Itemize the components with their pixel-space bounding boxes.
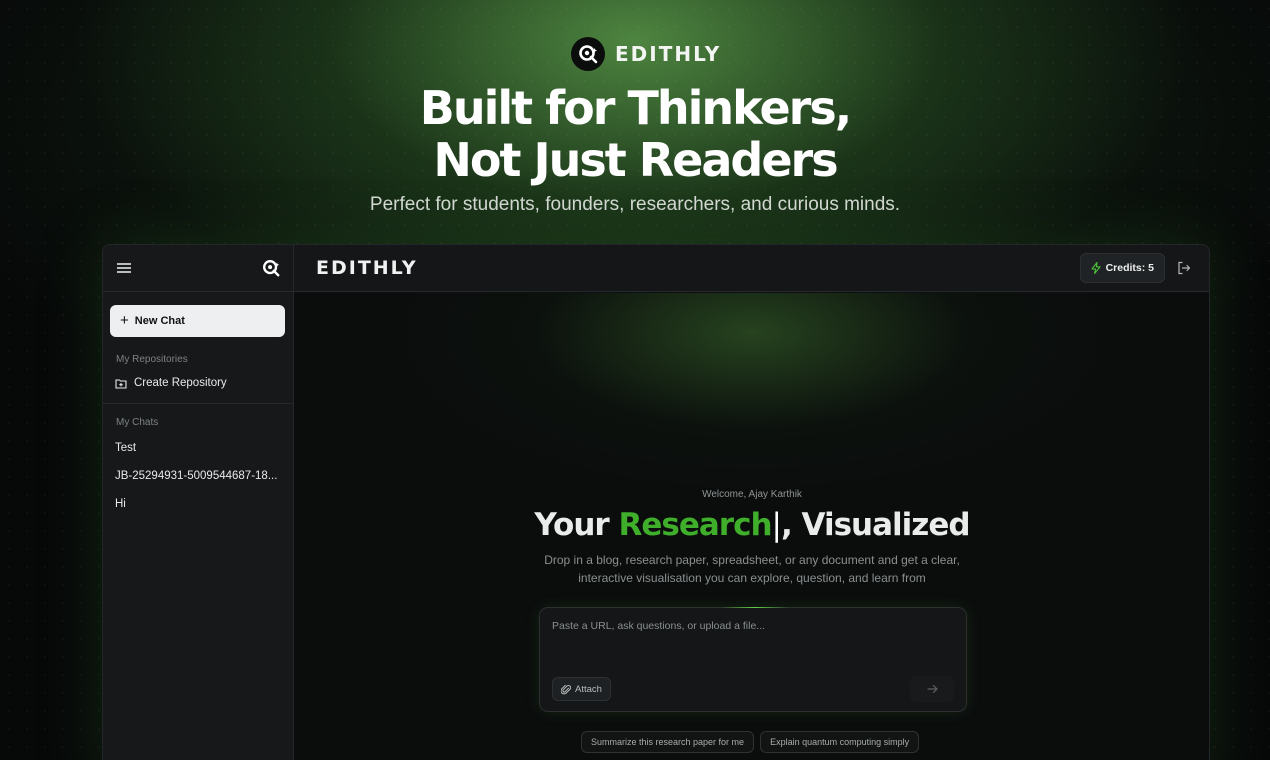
- prompt-glow: [720, 607, 790, 608]
- credits-badge[interactable]: Credits: 5: [1079, 253, 1165, 283]
- main-title-suffix: , Visualized: [780, 507, 971, 543]
- folder-plus-icon: [115, 378, 127, 389]
- main-canvas: Welcome, Ajay Karthik Your Research|, Vi…: [294, 293, 1209, 760]
- hero-headline: Built for Thinkers, Not Just Readers: [0, 82, 1270, 186]
- sidebar-divider: [103, 403, 294, 404]
- hero-subline: Perfect for students, founders, research…: [369, 194, 901, 215]
- headline-line-1: Built for Thinkers,: [419, 81, 852, 135]
- new-chat-button[interactable]: + New Chat: [110, 305, 285, 337]
- welcome-text: Welcome, Ajay Karthik: [702, 489, 802, 500]
- sidebar-logo-icon[interactable]: [261, 258, 281, 278]
- top-bar-actions: Credits: 5: [1079, 253, 1191, 283]
- main-title-accent: Research: [618, 507, 772, 543]
- chat-item-test[interactable]: Test: [115, 442, 283, 454]
- prompt-box: Attach: [539, 607, 967, 712]
- chat-item-hi[interactable]: Hi: [115, 498, 283, 510]
- plus-icon: +: [120, 311, 129, 329]
- prompt-input[interactable]: [552, 620, 952, 632]
- send-button[interactable]: [910, 676, 954, 702]
- suggestion-chips: Summarize this research paper for me Exp…: [581, 731, 920, 753]
- app-title: EDITHLY: [316, 257, 418, 279]
- hero-brand-text: EDITHLY: [615, 42, 722, 66]
- arrow-right-icon: [926, 684, 938, 694]
- main-title-prefix: Your: [534, 507, 619, 543]
- attach-label: Attach: [575, 683, 602, 695]
- credits-label: Credits: 5: [1105, 262, 1154, 274]
- main-title: Your Research|, Visualized: [294, 507, 1209, 543]
- main-panel: EDITHLY Credits: 5 Welcome, Ajay Karthik…: [294, 245, 1209, 760]
- chat-item-jb[interactable]: JB-25294931-5009544687-18...: [115, 470, 283, 482]
- lightning-bolt-icon: [1091, 262, 1101, 274]
- headline-line-2: Not Just Readers: [433, 133, 838, 187]
- attach-button[interactable]: Attach: [552, 677, 611, 701]
- suggestion-chip-quantum[interactable]: Explain quantum computing simply: [760, 731, 920, 753]
- main-title-caret: |: [771, 507, 783, 543]
- top-bar: EDITHLY Credits: 5: [294, 245, 1209, 292]
- description-line-2: interactive visualisation you can explor…: [578, 571, 926, 585]
- edithly-logo-icon: [571, 37, 605, 71]
- hero-brand: EDITHLY: [571, 37, 721, 71]
- description-line-1: Drop in a blog, research paper, spreadsh…: [544, 553, 960, 567]
- suggestion-chip-summarize[interactable]: Summarize this research paper for me: [581, 731, 755, 753]
- main-description: Drop in a blog, research paper, spreadsh…: [294, 551, 1209, 587]
- repositories-heading: My Repositories: [116, 354, 188, 365]
- chats-heading: My Chats: [116, 417, 159, 428]
- hamburger-menu-icon[interactable]: [117, 263, 131, 273]
- new-chat-label: New Chat: [134, 315, 185, 327]
- create-repository-button[interactable]: Create Repository: [115, 377, 283, 389]
- sidebar: + New Chat My Repositories Create Reposi…: [103, 245, 294, 760]
- sidebar-header: [103, 245, 293, 292]
- create-repository-label: Create Repository: [134, 377, 227, 389]
- app-window: + New Chat My Repositories Create Reposi…: [102, 244, 1210, 760]
- paperclip-icon: [561, 684, 571, 695]
- logout-icon[interactable]: [1177, 261, 1191, 275]
